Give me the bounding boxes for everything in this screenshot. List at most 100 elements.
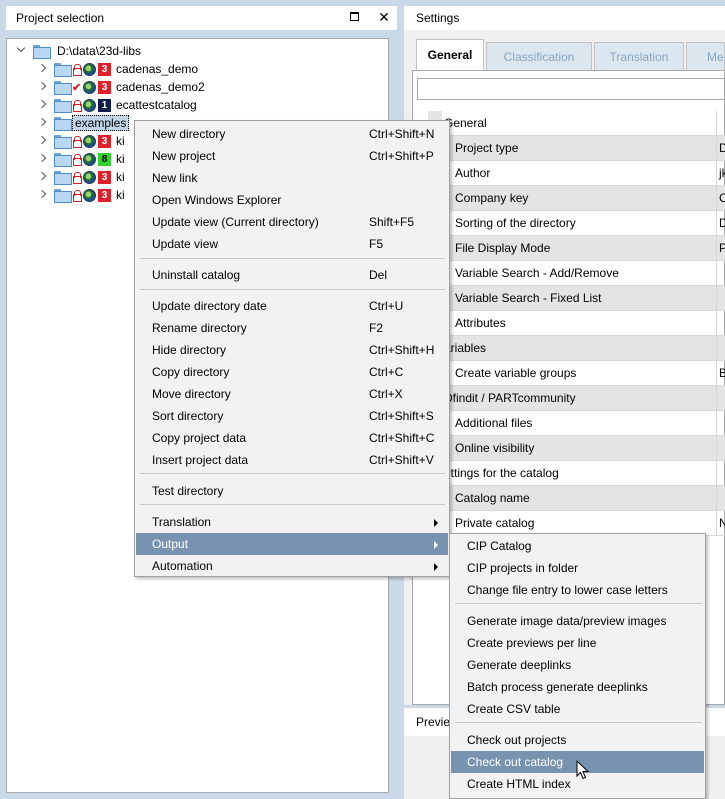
submenu-item-generate-image-data-preview-images[interactable]: Generate image data/preview images [451,610,704,632]
submenu-item-create-previews-per-line[interactable]: Create previews per line [451,632,704,654]
property-row[interactable]: Variable Search - Fixed List [428,286,725,311]
expand-arrow-icon[interactable] [38,172,48,182]
menu-item-copy-project-data[interactable]: Copy project data Ctrl+Shift+C [136,427,448,449]
expand-arrow-icon[interactable] [38,190,48,200]
status-badge: 3 [98,170,111,184]
tree-item-label: ecattestcatalog [116,98,197,112]
property-row[interactable]: Author jk [428,161,725,186]
property-row[interactable]: Create variable groups B [428,361,725,386]
submenu-item-change-file-entry-to-lower-case-letters[interactable]: Change file entry to lower case letters [451,579,704,601]
tab-classification[interactable]: Classification [486,42,592,70]
tab-translation[interactable]: Translation [594,42,684,70]
tree-item-label: cadenas_demo [116,62,199,76]
property-value[interactable]: N [716,511,725,535]
tab-more[interactable]: Me [686,42,725,70]
tree-item[interactable]: ✔ 3 cadenas_demo2 [38,78,205,96]
menu-item-uninstall-catalog[interactable]: Uninstall catalog Del [136,264,448,286]
property-value[interactable] [716,486,725,510]
menu-item-insert-project-data[interactable]: Insert project data Ctrl+Shift+V [136,449,448,471]
property-row[interactable]: Company key C [428,186,725,211]
property-value[interactable]: B [716,361,725,385]
menu-item-translation[interactable]: Translation [136,511,448,533]
property-value[interactable] [716,411,725,435]
property-value[interactable]: C [716,186,725,210]
property-row[interactable]: Dfindit / PARTcommunity [428,386,725,411]
menu-item-automation[interactable]: Automation [136,555,448,577]
submenu-item-label: Create previews per line [467,636,597,650]
lock-icon [72,153,82,166]
expand-arrow-icon[interactable] [38,82,48,92]
menu-item-update-view[interactable]: Update view F5 [136,233,448,255]
property-row[interactable]: ettings for the catalog [428,461,725,486]
menu-item-shortcut: Ctrl+X [369,387,403,401]
settings-title-bar: Settings [404,6,725,30]
lock-icon [72,63,82,76]
property-value[interactable] [716,436,725,460]
property-value[interactable] [716,286,725,310]
property-row[interactable]: Online visibility [428,436,725,461]
menu-item-new-directory[interactable]: New directory Ctrl+Shift+N [136,123,448,145]
expand-arrow-icon[interactable] [38,154,48,164]
property-row[interactable]: Attributes [428,311,725,336]
property-row[interactable]: ariables [428,336,725,361]
submenu-item-batch-process-generate-deeplinks[interactable]: Batch process generate deeplinks [451,676,704,698]
property-value[interactable] [716,111,725,135]
tree-item[interactable]: examples [38,114,130,132]
status-badge: 8 [98,152,111,166]
expand-arrow-icon[interactable] [38,136,48,146]
property-row[interactable]: Catalog name [428,486,725,511]
tree-item[interactable]: 3 ki [38,186,125,204]
tree-item[interactable]: 3 ki [38,132,125,150]
expand-arrow-icon[interactable] [38,118,48,128]
property-row[interactable]: Additional files [428,411,725,436]
menu-item-sort-directory[interactable]: Sort directory Ctrl+Shift+S [136,405,448,427]
property-row[interactable]: Project type D [428,136,725,161]
property-value[interactable]: D [716,211,725,235]
menu-item-copy-directory[interactable]: Copy directory Ctrl+C [136,361,448,383]
menu-item-hide-directory[interactable]: Hide directory Ctrl+Shift+H [136,339,448,361]
menu-item-update-directory-date[interactable]: Update directory date Ctrl+U [136,295,448,317]
menu-item-update-view-current-directory[interactable]: Update view (Current directory) Shift+F5 [136,211,448,233]
menu-item-output[interactable]: Output [136,533,448,555]
collapse-arrow-icon[interactable] [17,46,27,56]
property-row[interactable]: File Display Mode P [428,236,725,261]
tree-item[interactable]: 1 ecattestcatalog [38,96,197,114]
menu-item-new-project[interactable]: New project Ctrl+Shift+P [136,145,448,167]
globe-icon [83,134,96,148]
submenu-item-cip-projects-in-folder[interactable]: CIP projects in folder [451,557,704,579]
menu-item-test-directory[interactable]: Test directory [136,480,448,502]
close-icon[interactable]: ✕ [376,9,392,25]
expand-arrow-icon[interactable] [38,64,48,74]
menu-item-rename-directory[interactable]: Rename directory F2 [136,317,448,339]
tree-item[interactable]: 3 cadenas_demo [38,60,198,78]
folder-icon [54,189,72,203]
property-value[interactable]: jk [716,161,725,185]
property-row[interactable]: Variable Search - Add/Remove [428,261,725,286]
maximize-icon[interactable] [347,9,363,25]
property-value[interactable] [716,261,725,285]
property-row[interactable]: General [428,111,725,136]
menu-item-move-directory[interactable]: Move directory Ctrl+X [136,383,448,405]
settings-search-input[interactable] [417,78,725,100]
submenu-item-create-csv-table[interactable]: Create CSV table [451,698,704,720]
submenu-item-cip-catalog[interactable]: CIP Catalog [451,535,704,557]
tree-root[interactable]: D:\data\23d-libs [17,42,141,60]
property-value[interactable] [716,311,725,335]
tab-general[interactable]: General [416,39,484,71]
lock-icon [72,171,82,184]
menu-item-shortcut: F5 [369,237,384,251]
tree-item[interactable]: 3 ki [38,168,125,186]
submenu-item-generate-deeplinks[interactable]: Generate deeplinks [451,654,704,676]
property-row[interactable]: Sorting of the directory D [428,211,725,236]
property-value[interactable]: D [716,136,725,160]
tree-item[interactable]: 8 ki [38,150,125,168]
property-value[interactable]: P [716,236,725,260]
property-value[interactable] [716,336,725,360]
property-value[interactable] [716,386,725,410]
menu-item-open-windows-explorer[interactable]: Open Windows Explorer [136,189,448,211]
folder-icon [54,171,72,185]
property-value[interactable] [716,461,725,485]
menu-item-new-link[interactable]: New link [136,167,448,189]
submenu-item-check-out-projects[interactable]: Check out projects [451,729,704,751]
expand-arrow-icon[interactable] [38,100,48,110]
